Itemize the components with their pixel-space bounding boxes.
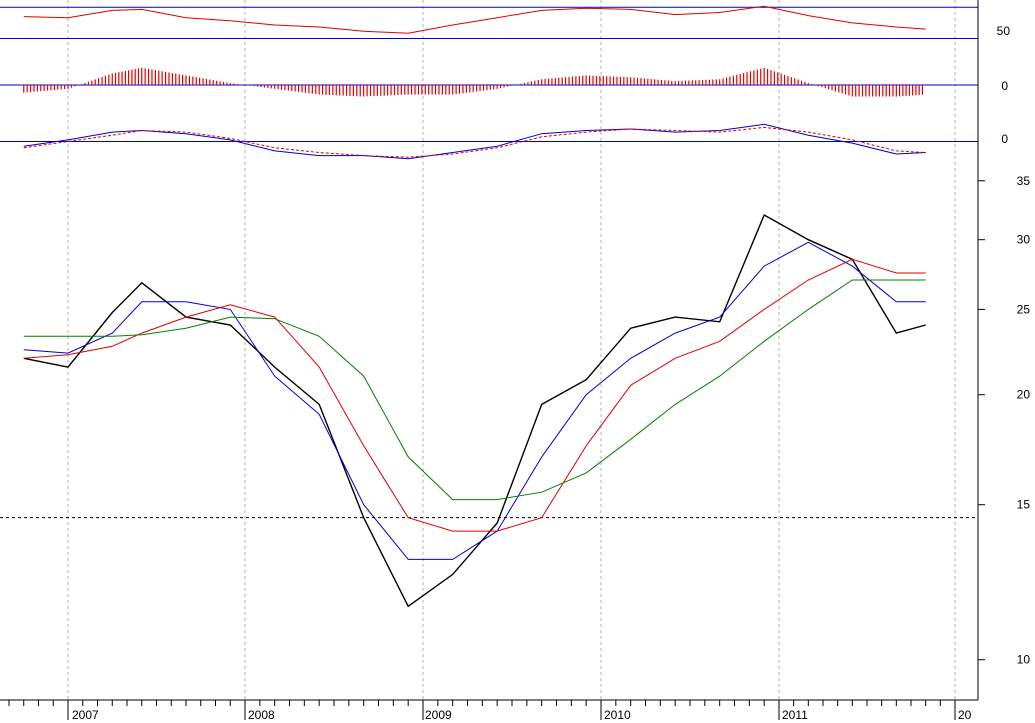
hist-tick-label: 0 bbox=[1001, 79, 1008, 93]
chart-background bbox=[0, 0, 1035, 723]
x-tick-label-2008: 2008 bbox=[248, 708, 275, 722]
y-tick-label: 15 bbox=[1017, 498, 1031, 512]
price-chart: 50 0 0 101520253035 2007 2008 2009 2010 … bbox=[0, 0, 1035, 723]
x-tick-label-2011: 2011 bbox=[782, 708, 808, 722]
y-tick-label: 25 bbox=[1017, 302, 1031, 316]
x-tick-label-2012: 20 bbox=[958, 708, 972, 722]
osc-tick-label: 50 bbox=[997, 24, 1011, 38]
x-tick-label-2009: 2009 bbox=[425, 708, 452, 722]
y-tick-label: 20 bbox=[1017, 388, 1031, 402]
x-tick-label-2010: 2010 bbox=[604, 708, 631, 722]
x-tick-label-2007: 2007 bbox=[72, 708, 99, 722]
y-tick-label: 35 bbox=[1017, 174, 1031, 188]
macd-tick-label: 0 bbox=[1001, 132, 1008, 146]
y-tick-label: 30 bbox=[1017, 233, 1031, 247]
y-tick-label: 10 bbox=[1017, 653, 1031, 667]
